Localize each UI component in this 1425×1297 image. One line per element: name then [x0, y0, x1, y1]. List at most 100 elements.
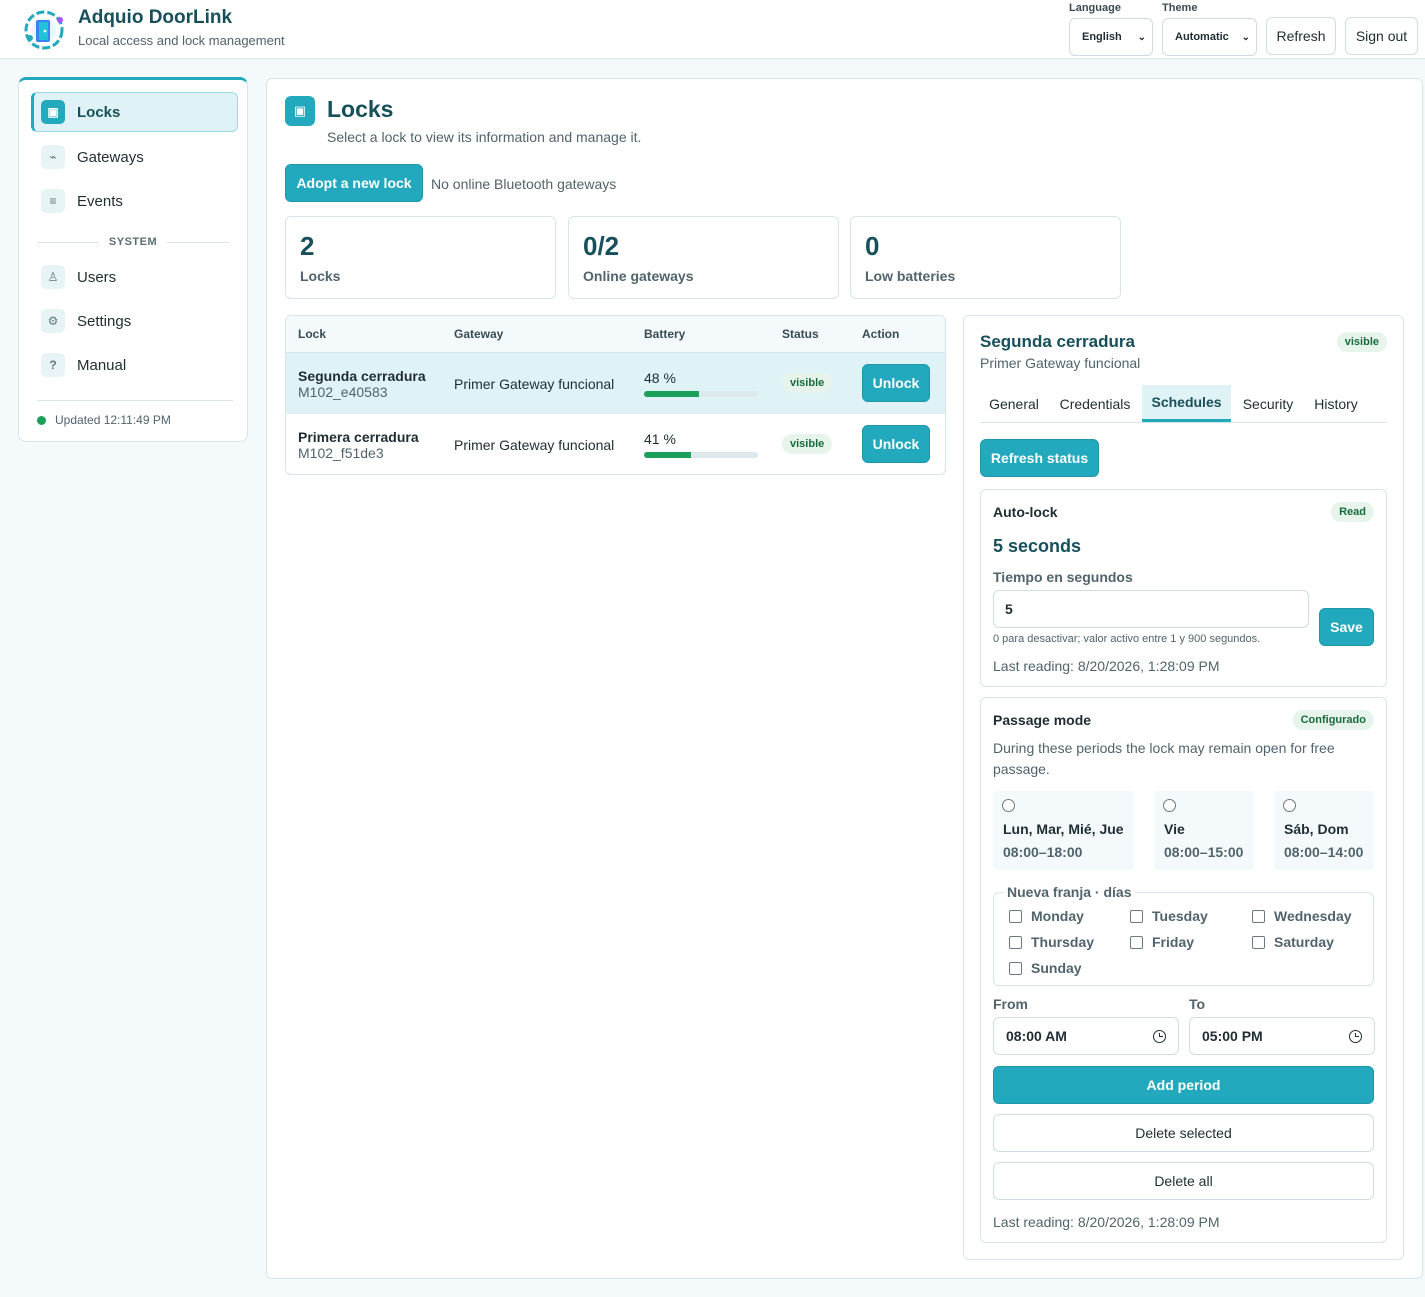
autolock-value: 5 seconds: [993, 536, 1082, 556]
radio-button[interactable]: [1002, 799, 1015, 812]
last-reading: Last reading: 8/20/2026, 1:28:09 PM: [993, 658, 1220, 674]
day-label: Sunday: [1031, 960, 1082, 976]
sidebar-item-events[interactable]: ≡ Events: [31, 181, 238, 221]
language-select[interactable]: English ⌄: [1069, 18, 1153, 56]
autolock-hint: 0 para desactivar; valor activo entre 1 …: [993, 633, 1261, 645]
from-time-value: 08:00 AM: [1006, 1028, 1067, 1044]
period-days: Lun, Mar, Mié, Jue: [1003, 821, 1124, 837]
checkbox[interactable]: [1130, 935, 1143, 949]
user-icon: ♙: [41, 265, 65, 289]
help-icon: ?: [41, 353, 65, 377]
to-time-input[interactable]: 05:00 PM: [1189, 1017, 1375, 1055]
day-label: Friday: [1152, 934, 1195, 950]
day-label: Thursday: [1031, 934, 1095, 950]
stat-value: 0: [865, 231, 880, 261]
theme-select[interactable]: Automatic ⌄: [1162, 18, 1257, 56]
sidebar-item-label: Locks: [77, 103, 121, 121]
sidebar-item-locks[interactable]: ▣ Locks: [31, 92, 238, 132]
from-time-input[interactable]: 08:00 AM: [993, 1017, 1179, 1055]
sidebar-item-label: Gateways: [77, 148, 144, 166]
sidebar-item-label: Settings: [77, 312, 132, 330]
system-section-header: SYSTEM: [37, 235, 230, 249]
table-row[interactable]: Primera cerradura M102_f51de3 Primer Gat…: [286, 414, 945, 474]
period-option[interactable]: Lun, Mar, Mié, Jue 08:00–18:00: [993, 791, 1134, 870]
table-row[interactable]: Segunda cerradura M102_e40583 Primer Gat…: [286, 353, 945, 414]
sidebar-item-settings[interactable]: ⚙ Settings: [31, 301, 238, 341]
app-logo-icon: [24, 10, 64, 50]
sidebar-item-users[interactable]: ♙ Users: [31, 257, 238, 297]
sidebar-item-label: Users: [77, 268, 117, 286]
sidebar-item-label: Manual: [77, 356, 127, 374]
language-field: Language English ⌄: [1069, 2, 1153, 56]
delete-selected-button[interactable]: Delete selected: [993, 1114, 1374, 1152]
radio-button[interactable]: [1163, 799, 1176, 812]
autolock-seconds-input[interactable]: [993, 590, 1309, 628]
unlock-button[interactable]: Unlock: [862, 425, 930, 463]
clock-icon[interactable]: [1349, 1029, 1362, 1043]
stat-value: 0/2: [583, 231, 620, 261]
tab-credentials[interactable]: Credentials: [1052, 385, 1138, 422]
list-icon: ≡: [41, 189, 65, 213]
sidebar-item-manual[interactable]: ? Manual: [31, 345, 238, 385]
day-checkbox-monday[interactable]: Monday: [1009, 908, 1084, 924]
theme-value: Automatic: [1175, 31, 1229, 43]
period-hours: 08:00–15:00: [1164, 844, 1244, 860]
checkbox[interactable]: [1009, 909, 1022, 923]
lock-gateway: Primer Gateway funcional: [454, 437, 615, 453]
day-checkbox-wednesday[interactable]: Wednesday: [1252, 908, 1352, 924]
card-title: Passage mode: [993, 712, 1092, 728]
period-option[interactable]: Sáb, Dom 08:00–14:00: [1274, 791, 1374, 870]
stat-label: Low batteries: [865, 268, 956, 284]
battery-bar: [644, 452, 758, 458]
status-badge: Configurado: [1292, 710, 1374, 730]
checkbox[interactable]: [1252, 909, 1265, 923]
page-title: Locks: [327, 96, 394, 122]
day-checkbox-thursday[interactable]: Thursday: [1009, 934, 1094, 950]
battery-bar-fill: [644, 452, 691, 458]
delete-all-button[interactable]: Delete all: [993, 1162, 1374, 1200]
tab-schedules[interactable]: Schedules: [1142, 385, 1231, 422]
details-subtitle: Primer Gateway funcional: [980, 355, 1141, 371]
sign-out-button[interactable]: Sign out: [1345, 17, 1418, 55]
passage-description: During these periods the lock may remain…: [993, 740, 1335, 777]
refresh-button[interactable]: Refresh: [1266, 17, 1336, 55]
stat-card-gateways: 0/2 Online gateways: [568, 216, 839, 299]
day-label: Monday: [1031, 908, 1084, 924]
period-days: Vie: [1164, 821, 1185, 837]
column-header-gateway: Gateway: [454, 327, 504, 341]
checkbox[interactable]: [1252, 935, 1265, 949]
day-label: Saturday: [1274, 934, 1334, 950]
refresh-status-button[interactable]: Refresh status: [980, 439, 1099, 477]
tab-history[interactable]: History: [1305, 385, 1367, 422]
battery-bar: [644, 391, 758, 397]
clock-icon[interactable]: [1153, 1029, 1166, 1043]
day-checkbox-saturday[interactable]: Saturday: [1252, 934, 1334, 950]
stat-card-locks: 2 Locks: [285, 216, 556, 299]
day-label: Wednesday: [1274, 908, 1352, 924]
battery-value: 48 %: [644, 370, 676, 386]
passage-mode-card: Passage mode Configurado During these pe…: [980, 697, 1387, 1243]
autolock-card: Auto-lock Read 5 seconds Tiempo en segun…: [980, 489, 1387, 687]
from-label: From: [993, 996, 1028, 1012]
adopt-lock-button[interactable]: Adopt a new lock: [285, 164, 423, 202]
day-checkbox-friday[interactable]: Friday: [1130, 934, 1194, 950]
new-range-days: Nueva franja · días Monday Tuesday Wedne…: [993, 884, 1374, 986]
checkbox[interactable]: [1009, 935, 1022, 949]
app-subtitle: Local access and lock management: [78, 33, 285, 48]
checkbox[interactable]: [1009, 961, 1022, 975]
checkbox[interactable]: [1130, 909, 1143, 923]
tab-general[interactable]: General: [980, 385, 1048, 422]
day-checkbox-sunday[interactable]: Sunday: [1009, 960, 1082, 976]
save-button[interactable]: Save: [1319, 608, 1374, 646]
day-checkbox-tuesday[interactable]: Tuesday: [1130, 908, 1208, 924]
tab-security[interactable]: Security: [1235, 385, 1301, 422]
language-label: Language: [1069, 2, 1121, 14]
period-option[interactable]: Vie 08:00–15:00: [1154, 791, 1254, 870]
add-period-button[interactable]: Add period: [993, 1066, 1374, 1104]
radio-button[interactable]: [1283, 799, 1296, 812]
stat-label: Locks: [300, 268, 341, 284]
lock-gateway: Primer Gateway funcional: [454, 376, 615, 392]
sidebar-item-gateways[interactable]: ⌁ Gateways: [31, 137, 238, 177]
locks-table: Lock Gateway Battery Status Action Segun…: [285, 315, 946, 475]
unlock-button[interactable]: Unlock: [862, 364, 930, 402]
